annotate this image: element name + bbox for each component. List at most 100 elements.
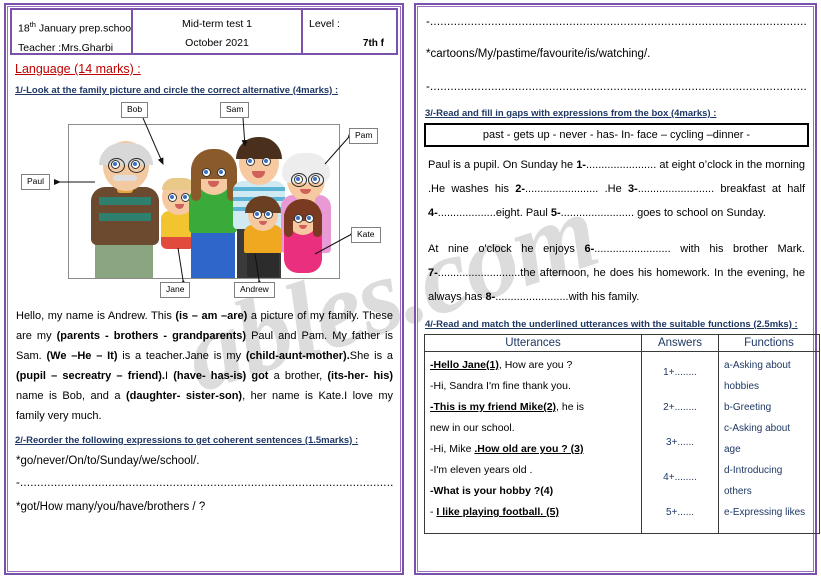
answer-blank[interactable]: 1+........ [647, 355, 713, 390]
matching-table: Utterances Answers Functions -Hello Jane… [424, 334, 820, 534]
level-label: Level : [309, 18, 340, 30]
emphasised-run: 6- [584, 243, 595, 255]
exercise-3-heading: 3/-Read and fill in gaps with expression… [425, 108, 717, 119]
function-option: b-Greeting [724, 402, 772, 413]
test-date: October 2021 [185, 37, 249, 49]
column-header-answers: Answers [641, 334, 719, 352]
family-picture-block: Bob Sam Pam Paul Kate Jane Andrew [15, 102, 393, 302]
label-kate: Kate [351, 227, 381, 243]
utterance-line: -This is my friend Mike(2), he is [430, 397, 636, 418]
gapfill-paragraph-1[interactable]: Paul is a pupil. On Sunday he 1-........… [428, 153, 805, 225]
label-sam: Sam [220, 102, 250, 118]
text-run: At nine o'clock he enjoys [428, 243, 585, 255]
text-run: name is Bob, and a [16, 390, 126, 402]
text-run: ........................ goes to school … [560, 207, 766, 219]
exercise-1-passage: Hello, my name is Andrew. This (is – am … [16, 306, 393, 426]
emphasised-run: (have- has-is) got [173, 370, 269, 382]
right-column: -.......................................… [414, 3, 820, 575]
utterance-line: -What is your hobby ?(4) [430, 481, 636, 502]
table-header-row: Utterances Answers Functions [424, 334, 820, 352]
utterance-line: -I'm eleven years old . [430, 460, 636, 481]
emphasised-run: (pupil – secreatry – friend). [16, 370, 165, 382]
function-option: age [724, 444, 741, 455]
answer-blank[interactable]: 5+...... [647, 495, 713, 530]
left-column: 18th January prep.school Teacher :Mrs.Gh… [4, 3, 404, 575]
utterance-text: -Hi, Sandra I'm fine thank you. [430, 380, 571, 392]
ex2-item-1: *go/never/On/to/Sunday/we/school/. [16, 455, 200, 467]
function-option: a-Asking about [724, 360, 791, 371]
answer-blank[interactable]: 3+...... [647, 425, 713, 460]
text-run: is a teacher.Jane is my [117, 350, 246, 362]
teacher-name: Teacher :Mrs.Gharbi [18, 41, 114, 54]
level-value: 7th f [362, 38, 384, 49]
utterance-text: -Hi, Mike [430, 443, 475, 455]
section-title-language: Language (14 marks) : [15, 62, 141, 76]
utterance-line: - I like playing football. (5) [430, 502, 636, 523]
utterances-cell: -Hello Jane(1), How are you ? -Hi, Sandra… [424, 351, 642, 534]
function-option: e-Expressing likes [724, 507, 806, 518]
table-row: -Hello Jane(1), How are you ? -Hi, Sandra… [424, 351, 820, 534]
utterance-text: -I'm eleven years old . [430, 464, 533, 476]
header-cell-test: Mid-term test 1 October 2021 [131, 8, 303, 55]
label-leader-lines [54, 117, 357, 287]
emphasised-run: (parents - brothers - grandparents) [56, 330, 247, 342]
ex2-answer-line-2[interactable]: -.......................................… [426, 14, 806, 31]
function-option: d-Introducing [724, 465, 783, 476]
function-option: c-Asking about [724, 423, 791, 434]
text-run: ........................with his family. [495, 291, 640, 303]
ex2-answer-line-3[interactable]: -.......................................… [426, 79, 806, 96]
utterance-text: , he is [556, 401, 585, 413]
emphasised-run: (is – am –are) [175, 310, 248, 322]
function-option: others [724, 486, 752, 497]
emphasised-run: 1- [576, 159, 586, 171]
emphasised-run: (We –He – It) [46, 350, 118, 362]
emphasised-run: 3- [627, 183, 638, 195]
gapfill-paragraph-2[interactable]: At nine o'clock he enjoys 6-............… [428, 237, 805, 309]
utterance-line: -Hello Jane(1), How are you ? [430, 355, 636, 376]
test-title: Mid-term test 1 [181, 18, 252, 30]
text-run: a brother, [268, 370, 328, 382]
emphasised-run: 5- [550, 207, 561, 219]
word-box: past - gets up - never - has- In- face –… [424, 123, 809, 147]
text-run: ...................eight. Paul [437, 207, 551, 219]
worksheet-page: ables.com 18th January prep.school Teach… [0, 0, 821, 581]
column-header-utterances: Utterances [424, 334, 642, 352]
emphasised-run: (daughter- sister-son) [125, 390, 243, 402]
text-run: ........................ .He [524, 183, 628, 195]
exercise-1-heading: 1/-Look at the family picture and circle… [15, 85, 339, 96]
emphasised-run: 2- [515, 183, 525, 195]
answer-blank[interactable]: 2+........ [647, 390, 713, 425]
emphasised-run: 4- [428, 207, 438, 219]
underlined-utterance: I like playing football. (5) [436, 506, 559, 518]
answers-cell[interactable]: 1+........ 2+........ 3+...... 4+........ 5+… [641, 351, 719, 534]
text-run: ......................... breakfast at h… [637, 183, 805, 195]
functions-cell: a-Asking about hobbies b-Greeting c-Asking … [718, 351, 820, 534]
emphasised-run: 7- [428, 267, 438, 279]
text-run: Paul is a pupil. On Sunday he [428, 159, 577, 171]
utterance-line: -Hi, Sandra I'm fine thank you. [430, 376, 636, 397]
answer-blank[interactable]: 4+........ [647, 460, 713, 495]
underlined-utterance: .How old are you ? (3) [474, 443, 584, 455]
label-andrew: Andrew [234, 282, 275, 298]
ex2-item-3: *cartoons/My/pastime/favourite/is/watchi… [426, 48, 651, 60]
text-run: ......................... with his broth… [594, 243, 805, 255]
utterance-text: -What is your hobby ?(4) [430, 485, 554, 497]
emphasised-run: 8- [485, 291, 496, 303]
header-cell-level: Level : 7th f [301, 8, 398, 55]
utterance-line: -Hi, Mike .How old are you ? (3) [430, 439, 636, 460]
label-bob: Bob [121, 102, 149, 118]
text-run: She is a [349, 350, 393, 362]
label-jane: Jane [160, 282, 191, 298]
exercise-2-heading: 2/-Reorder the following expressions to … [15, 435, 359, 446]
underlined-utterance: -This is my friend Mike(2) [430, 401, 557, 413]
school-name: 18th January prep.school [18, 20, 134, 35]
ex2-answer-line-1[interactable]: -.......................................… [16, 475, 393, 492]
column-header-functions: Functions [718, 334, 820, 352]
underlined-utterance: -Hello Jane(1) [430, 359, 499, 371]
header-cell-school: 18th January prep.school Teacher :Mrs.Gh… [10, 8, 133, 55]
text-run: I [164, 370, 174, 382]
exercise-4-heading: 4/-Read and match the underlined utteran… [425, 319, 798, 330]
ex2-item-2: *got/How many/you/have/brothers / ? [16, 501, 206, 513]
emphasised-run: (child-aunt-mother). [245, 350, 350, 362]
text-run: Hello, my name is Andrew. This [16, 310, 176, 322]
